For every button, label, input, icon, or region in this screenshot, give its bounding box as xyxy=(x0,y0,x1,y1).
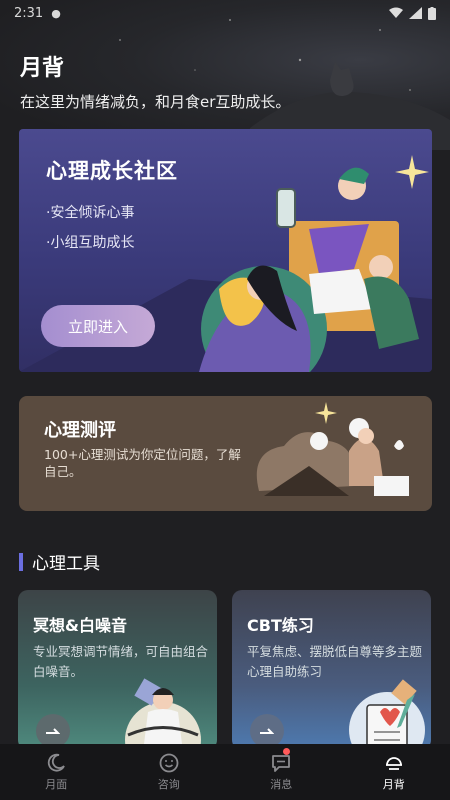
psych-test-description: 100+心理测试为你定位问题，了解自己。 xyxy=(44,447,241,479)
enter-community-button[interactable]: 立即进入 xyxy=(41,305,155,347)
meditation-card-title: 冥想&白噪音 xyxy=(33,616,127,635)
status-bar: 2:31 ● xyxy=(0,0,450,26)
tab-label-moon-face: 月面 xyxy=(45,778,68,791)
community-card[interactable]: 心理成长社区 ·安全倾诉心事 ·小组互助成长 立即进入 xyxy=(19,129,432,372)
bottom-tab-bar: 月面 咨询 消息 月背 xyxy=(0,744,450,800)
arrow-right-icon xyxy=(260,728,274,734)
battery-icon xyxy=(428,6,436,20)
tools-section-title: 心理工具 xyxy=(32,554,100,574)
tab-label-moon-back: 月背 xyxy=(382,778,405,791)
smile-icon xyxy=(159,753,179,773)
wifi-icon xyxy=(389,7,403,18)
meditation-tool-card[interactable]: 冥想&白噪音 专业冥想调节情绪，可自由组合白噪音。 xyxy=(18,590,217,750)
community-card-title: 心理成长社区 xyxy=(46,159,178,183)
cbt-tool-card[interactable]: CBT练习 平复焦虑、摆脱低自尊等多主题心理自助练习 xyxy=(232,590,431,750)
page-title: 月背 xyxy=(20,56,65,81)
signal-icon xyxy=(409,7,422,19)
community-bullet-safe-talk: ·安全倾诉心事 xyxy=(46,205,135,221)
psych-test-card[interactable]: 心理测评 100+心理测试为你定位问题，了解自己。 xyxy=(19,396,432,511)
moon-back-icon xyxy=(385,757,402,770)
tab-label-consult: 咨询 xyxy=(157,778,180,791)
arrow-right-icon xyxy=(46,728,60,734)
cbt-arrow-button[interactable] xyxy=(250,714,284,748)
psych-test-title: 心理测评 xyxy=(44,420,116,441)
tab-consult[interactable]: 咨询 xyxy=(113,744,226,800)
meditation-arrow-button[interactable] xyxy=(36,714,70,748)
page-subtitle: 在这里为情绪减负，和月食er互助成长。 xyxy=(20,93,291,111)
chat-notification-icon: ● xyxy=(51,6,61,20)
tools-section-header: 心理工具 xyxy=(19,549,100,574)
tab-messages[interactable]: 消息 xyxy=(225,744,338,800)
message-icon xyxy=(272,755,291,772)
cbt-card-description: 平复焦虑、摆脱低自尊等多主题心理自助练习 xyxy=(247,644,423,679)
tab-label-messages: 消息 xyxy=(270,778,293,791)
meditation-card-description: 专业冥想调节情绪，可自由组合白噪音。 xyxy=(33,644,209,679)
tab-moon-back[interactable]: 月背 xyxy=(338,744,450,800)
cbt-card-title: CBT练习 xyxy=(247,616,314,635)
tab-moon-face[interactable]: 月面 xyxy=(0,744,113,800)
community-bullet-group-help: ·小组互助成长 xyxy=(46,235,135,251)
status-time: 2:31 xyxy=(14,5,44,21)
unread-badge xyxy=(283,748,290,755)
section-accent-bar xyxy=(19,552,23,571)
moon-icon xyxy=(48,753,66,772)
